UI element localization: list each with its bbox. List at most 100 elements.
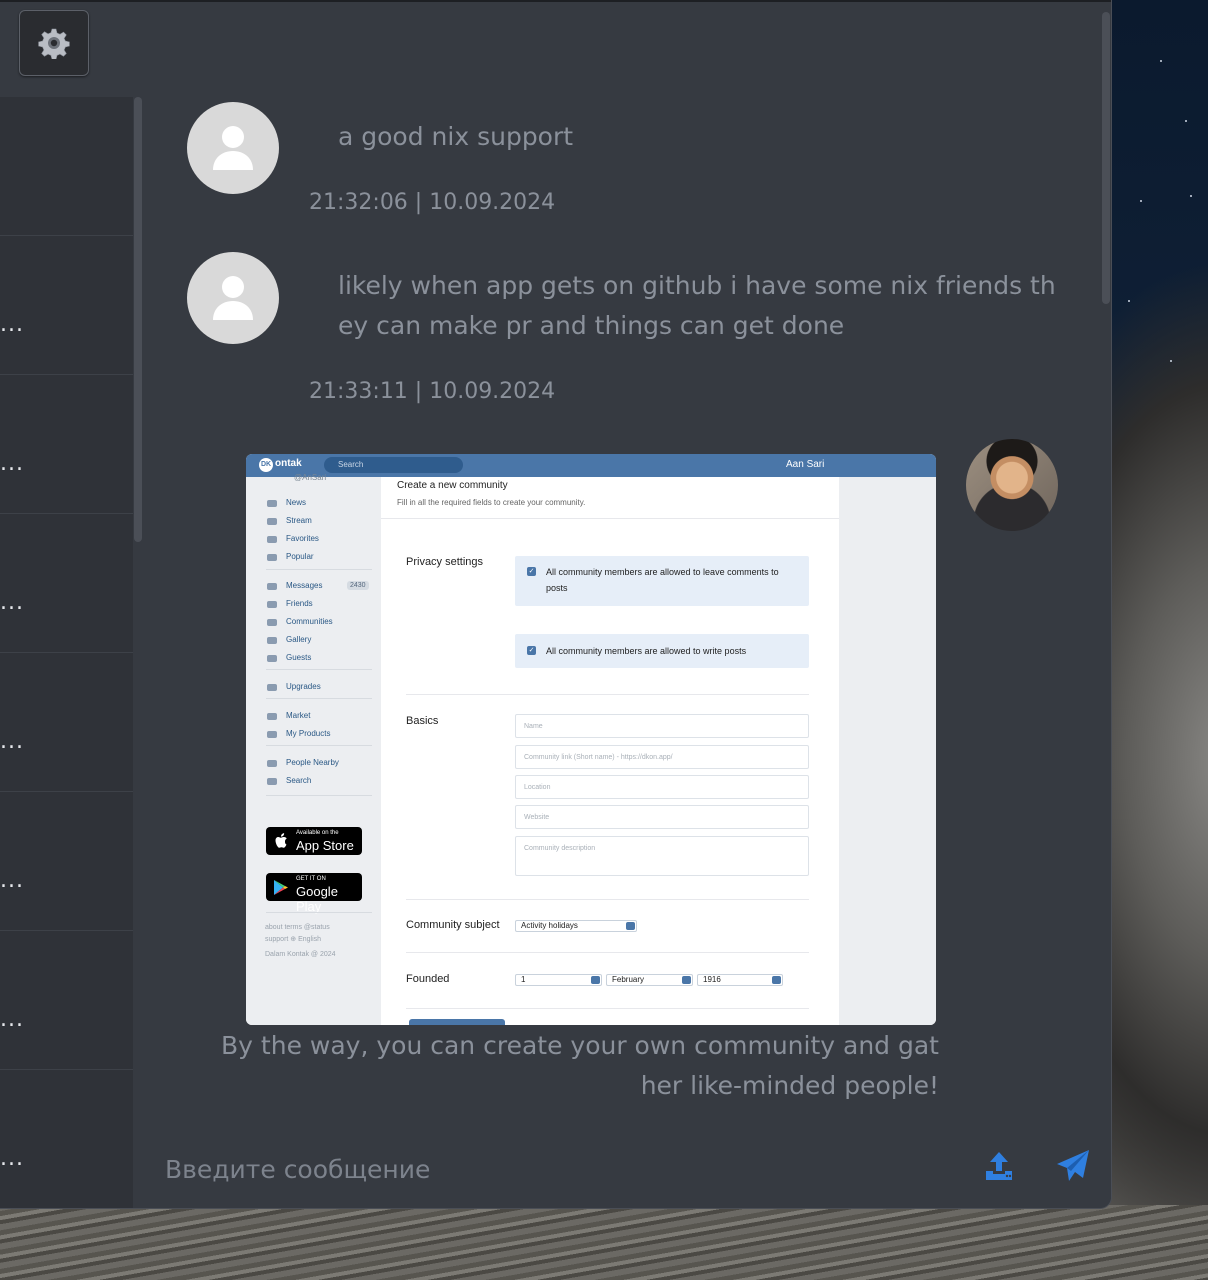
image-nav-item: Messages: [286, 581, 323, 590]
image-sidebar: @AnSari News Stream Favorites Popular Me…: [246, 473, 381, 1025]
image-nav-item: Popular: [286, 552, 314, 561]
image-checkbox-row: ✓ All community members are allowed to w…: [515, 634, 809, 668]
image-input: Community description: [515, 836, 809, 876]
image-submit-button: [409, 1019, 505, 1025]
avatar[interactable]: [187, 102, 279, 194]
image-nav-item: Favorites: [286, 534, 319, 543]
image-store-big: App Store: [296, 838, 354, 853]
user-placeholder-icon: [213, 276, 253, 320]
chat-scrollbar[interactable]: [1102, 12, 1110, 304]
message-timestamp: 21:33:11 | 10.09.2024: [309, 379, 556, 404]
image-select: February: [606, 974, 693, 986]
gear-icon: [38, 28, 70, 59]
image-store-big: Google Play: [296, 884, 338, 914]
image-nav-item: Market: [286, 711, 311, 720]
image-messages-badge: 2430: [347, 581, 369, 590]
google-play-icon: [274, 880, 288, 895]
conversation-item[interactable]: ...: [0, 1070, 133, 1208]
conversation-item[interactable]: ...: [0, 931, 133, 1070]
conversation-item[interactable]: [0, 97, 133, 236]
image-user-name: Aan Sari: [786, 459, 825, 470]
conversation-item[interactable]: ...: [0, 653, 133, 792]
image-subtitle: Fill in all the required fields to creat…: [397, 498, 586, 507]
conversation-item[interactable]: ...: [0, 514, 133, 653]
message-input[interactable]: [163, 1148, 947, 1190]
more-options-icon[interactable]: ...: [0, 870, 24, 892]
more-options-icon[interactable]: ...: [0, 592, 24, 614]
image-nav-item: Search: [286, 776, 312, 785]
image-input: Name: [515, 714, 809, 738]
image-checkbox-row: ✓ All community members are allowed to l…: [515, 556, 809, 606]
image-nav-item: Friends: [286, 599, 313, 608]
image-select: 1: [515, 974, 602, 986]
image-select-value: Activity holidays: [521, 921, 578, 930]
upload-button[interactable]: [983, 1150, 1015, 1182]
image-nav-item: Communities: [286, 617, 333, 626]
image-search: Search: [324, 457, 463, 473]
image-logo-badge: DK: [259, 458, 273, 472]
image-label: Basics: [406, 715, 439, 727]
message-caption: By the way, you can create your own comm…: [219, 1026, 939, 1106]
image-store-small: Available on the: [296, 830, 339, 836]
conversation-item[interactable]: ...: [0, 236, 133, 375]
message-text: likely when app gets on github i have so…: [338, 266, 1056, 346]
avatar[interactable]: [187, 252, 279, 344]
settings-button[interactable]: [19, 10, 89, 76]
image-title: Create a new community: [397, 480, 508, 491]
message-text: a good nix support: [338, 122, 574, 151]
image-logo-text: ontak: [275, 458, 302, 469]
conversation-item[interactable]: ...: [0, 375, 133, 514]
message-text-line: By the way, you can create your own comm…: [221, 1031, 939, 1060]
image-label: Community subject: [406, 919, 500, 931]
image-select-value: 1: [521, 975, 526, 984]
apple-icon: [275, 833, 287, 848]
conversation-list-scrollbar[interactable]: [134, 97, 142, 542]
image-select: Activity holidays: [515, 920, 637, 932]
image-label: Founded: [406, 973, 450, 985]
image-nav-item: Stream: [286, 516, 312, 525]
image-store-small: GET IT ON: [296, 876, 326, 882]
image-nav-item: Upgrades: [286, 682, 321, 691]
image-logo: DK ontak: [259, 458, 302, 472]
image-input: Website: [515, 805, 809, 829]
image-checkbox-label: All community members are allowed to wri…: [546, 646, 747, 656]
image-nav-item: News: [286, 498, 307, 507]
image-app-store-badge: Available on the App Store: [266, 827, 362, 855]
more-options-icon[interactable]: ...: [0, 314, 24, 336]
image-nav-item: Guests: [286, 653, 312, 662]
image-nav-item: Gallery: [286, 635, 312, 644]
image-handle: @AnSari: [294, 473, 327, 482]
more-options-icon[interactable]: ...: [0, 731, 24, 753]
more-options-icon[interactable]: ...: [0, 453, 24, 475]
image-select: 1916: [697, 974, 783, 986]
image-input: Community link (Short name) - https://dk…: [515, 745, 809, 769]
message-timestamp: 21:32:06 | 10.09.2024: [309, 190, 556, 215]
image-footer-copyright: Dalam Kontak @ 2024: [265, 951, 336, 958]
image-checkbox-label: All community members are allowed to lea…: [546, 567, 779, 593]
more-options-icon[interactable]: ...: [0, 1009, 24, 1031]
attached-image[interactable]: DK ontak Search Aan Sari @AnSari News Str…: [246, 454, 936, 1025]
send-button[interactable]: [1056, 1149, 1090, 1183]
image-select-value: February: [612, 975, 645, 984]
image-footer-links: support ⊕ English: [265, 936, 322, 943]
desktop-ground: [0, 1205, 1208, 1280]
image-right-panel: [839, 477, 936, 1025]
image-nav-item: My Products: [286, 729, 331, 738]
image-select-value: 1916: [703, 975, 721, 984]
send-icon: [1057, 1150, 1089, 1181]
avatar-photo[interactable]: [966, 439, 1058, 531]
image-input: Location: [515, 775, 809, 799]
image-footer-links: about terms @status: [265, 924, 330, 931]
conversation-list: ... ... ... ... ... ... ...: [0, 97, 133, 1208]
image-google-play-badge: GET IT ON Google Play: [266, 873, 362, 914]
upload-icon: [986, 1152, 1012, 1180]
conversation-item[interactable]: ...: [0, 792, 133, 931]
message-text-line: likely when app gets on github i have so…: [338, 271, 1056, 300]
message-text-line: her like-minded people!: [640, 1071, 939, 1100]
more-options-icon[interactable]: ...: [0, 1148, 24, 1170]
message-text-line: ey can make pr and things can get done: [338, 311, 845, 340]
image-label: Privacy settings: [406, 556, 484, 568]
user-placeholder-icon: [213, 126, 253, 170]
app-window: ... ... ... ... ... ... ... a good nix s…: [0, 0, 1112, 1209]
image-nav-item: People Nearby: [286, 758, 339, 767]
